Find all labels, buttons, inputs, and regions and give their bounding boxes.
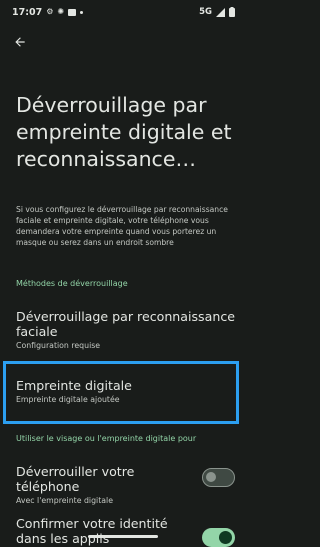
brightness-icon: ✺ (57, 7, 65, 16)
fingerprint-item[interactable]: Empreinte digitale Empreinte digitale aj… (16, 378, 132, 404)
back-button[interactable] (10, 32, 30, 52)
confirm-identity-title: Confirmer votre identité dans les applis (16, 516, 168, 546)
more-notifications-icon (80, 10, 84, 14)
face-unlock-title: Déverrouillage par reconnaissance facial… (16, 309, 235, 339)
face-unlock-item[interactable]: Déverrouillage par reconnaissance facial… (16, 309, 236, 350)
home-indicator[interactable] (88, 535, 158, 538)
section-header-unlock-methods: Méthodes de déverrouillage (16, 279, 128, 288)
battery-icon (229, 7, 235, 17)
status-left: 17:07 ⚙ ✺ (12, 6, 84, 18)
toggle-knob (206, 472, 216, 482)
unlock-phone-toggle[interactable] (202, 468, 235, 487)
settings-icon: ⚙ (46, 7, 54, 16)
arrow-back-icon (15, 37, 25, 47)
confirm-identity-item[interactable]: Confirmer votre identité dans les applis (16, 516, 191, 546)
page-title: Déverrouillage par empreinte digitale et… (16, 93, 232, 171)
unlock-phone-subtitle: Avec l'empreinte digitale (16, 496, 114, 505)
unlock-phone-item[interactable]: Déverrouiller votre téléphone Avec l'emp… (16, 464, 191, 505)
status-bar: 17:07 ⚙ ✺ 5G (0, 0, 245, 24)
face-unlock-subtitle: Configuration requise (16, 341, 101, 350)
status-time: 17:07 (12, 6, 43, 18)
fingerprint-title: Empreinte digitale (16, 378, 132, 393)
unlock-phone-title: Déverrouiller votre téléphone (16, 464, 135, 494)
toggle-knob (219, 531, 232, 544)
network-type: 5G (199, 7, 212, 17)
status-right: 5G (199, 7, 235, 17)
fingerprint-subtitle: Empreinte digitale ajoutée (16, 395, 120, 404)
section-header-usage: Utiliser le visage ou l'empreinte digita… (16, 434, 197, 443)
signal-icon (216, 7, 225, 17)
notification-icon (68, 8, 77, 16)
confirm-identity-toggle[interactable] (202, 528, 235, 547)
page-description: Si vous configurez le déverrouillage par… (16, 205, 228, 247)
